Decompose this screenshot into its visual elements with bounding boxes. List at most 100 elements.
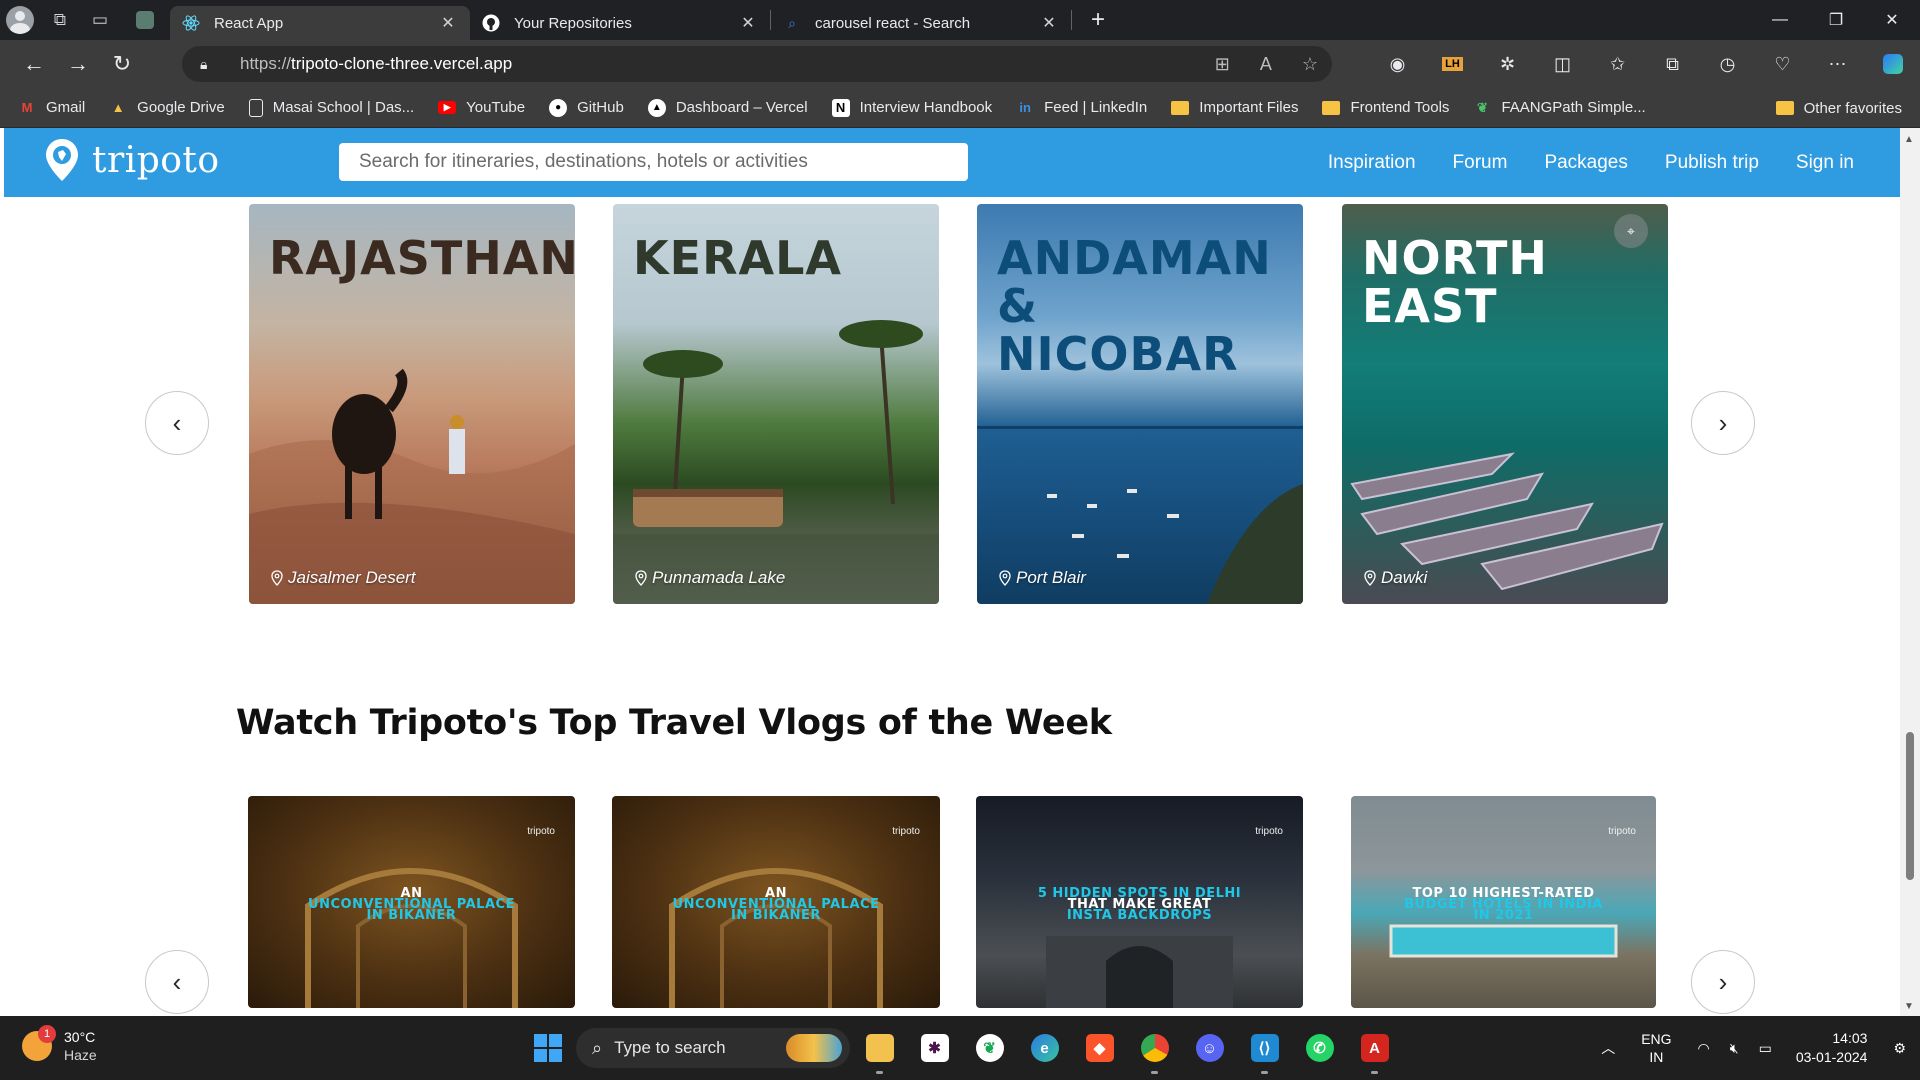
close-icon[interactable]: ✕	[1039, 13, 1059, 33]
scroll-down-icon[interactable]: ▼	[1904, 1001, 1914, 1012]
whatsapp-icon[interactable]: ✆	[1292, 1026, 1347, 1070]
bookmark-vercel[interactable]: ▲ Dashboard – Vercel	[647, 98, 808, 117]
weather-haze-icon: 1	[22, 1025, 56, 1061]
bookmark-masai[interactable]: Masai School | Das...	[248, 98, 414, 117]
vlog-card[interactable]: tripoto TOP 10 HIGHEST-RATED BUDGET HOTE…	[1351, 796, 1656, 1008]
map-pin-icon	[271, 570, 283, 586]
file-explorer-icon[interactable]	[852, 1026, 907, 1074]
bookmark-gmail[interactable]: M Gmail	[18, 99, 86, 117]
bookmark-linkedin[interactable]: in Feed | LinkedIn	[1016, 99, 1147, 117]
bookmark-faangpath[interactable]: ❦ FAANGPath Simple...	[1473, 99, 1646, 117]
notifications-icon[interactable]: ⚙	[1883, 1040, 1920, 1057]
read-aloud-icon[interactable]: A	[1260, 54, 1272, 75]
start-button[interactable]	[520, 1026, 575, 1070]
site-logo[interactable]: tripoto	[44, 137, 220, 183]
app-available-icon[interactable]: ⊞	[1215, 54, 1230, 75]
favorite-star-icon[interactable]: ☆	[1302, 54, 1318, 75]
tab-actions-icon[interactable]: ▭	[80, 0, 120, 40]
close-window-icon[interactable]: ✕	[1864, 0, 1920, 40]
brave-browser-icon[interactable]: ◆	[1072, 1026, 1127, 1070]
refresh-icon[interactable]: ↻	[100, 42, 144, 86]
history-icon[interactable]: ◷	[1700, 44, 1755, 84]
tab-react-app[interactable]: React App ✕	[170, 6, 470, 40]
favorites-icon[interactable]: ✩	[1590, 44, 1645, 84]
image-search-icon[interactable]: ⌖	[1614, 214, 1648, 248]
acrobat-icon[interactable]: A	[1347, 1026, 1402, 1074]
nav-publish-trip[interactable]: Publish trip	[1665, 152, 1759, 174]
bookmark-interview-handbook[interactable]: N Interview Handbook	[831, 98, 992, 117]
workspaces-icon[interactable]: ⧉	[40, 0, 80, 40]
destination-card-andaman[interactable]: ANDAMAN & NICOBAR Port Blair	[977, 204, 1303, 604]
vlog-title-line: IN BIKANER	[731, 908, 821, 923]
destination-card-north-east[interactable]: ⌖ NORTH EAST Dawki	[1342, 204, 1668, 604]
bookmark-youtube[interactable]: ▶ YouTube	[438, 99, 525, 116]
github-icon	[482, 14, 500, 32]
bookmark-frontend-tools[interactable]: Frontend Tools	[1322, 99, 1449, 116]
chatgpt-tab-icon[interactable]	[120, 0, 170, 40]
destination-card-rajasthan[interactable]: RAJASTHAN Jaisalmer Desert	[249, 204, 575, 604]
other-favorites-label: Other favorites	[1803, 99, 1902, 117]
discord-icon[interactable]: ☺	[1182, 1026, 1237, 1070]
clock[interactable]: 14:03 03-01-2024	[1782, 1029, 1884, 1067]
other-favorites[interactable]: Other favorites	[1775, 88, 1902, 128]
nav-inspiration[interactable]: Inspiration	[1328, 152, 1416, 174]
scrollbar-thumb[interactable]	[1906, 732, 1914, 880]
split-screen-icon[interactable]: ◫	[1535, 44, 1590, 84]
bookmark-google-drive[interactable]: ▲ Google Drive	[109, 99, 225, 117]
volume-muted-icon[interactable]: 🔇︎	[1720, 1040, 1749, 1057]
slack-icon[interactable]: ✱	[907, 1026, 962, 1070]
vlog-next-button[interactable]: ›	[1691, 950, 1755, 1014]
vlog-card[interactable]: tripoto AN UNCONVENTIONAL PALACE IN BIKA…	[248, 796, 575, 1008]
vlog-card[interactable]: tripoto 5 HIDDEN SPOTS IN DELHI THAT MAK…	[976, 796, 1303, 1008]
language-indicator[interactable]: ENG IN	[1625, 1030, 1687, 1066]
tab-carousel-search[interactable]: ⌕ carousel react - Search ✕	[771, 6, 1071, 40]
restore-icon[interactable]: ❐	[1808, 0, 1864, 40]
wifi-icon[interactable]: ◠	[1688, 1040, 1720, 1057]
minimize-icon[interactable]: —	[1752, 0, 1808, 40]
search-input[interactable]	[339, 143, 968, 181]
weather-widget[interactable]: 1 30°C Haze	[22, 1025, 97, 1064]
extension-icon[interactable]: ◉	[1370, 44, 1425, 84]
nav-packages[interactable]: Packages	[1544, 152, 1627, 174]
tab-your-repositories[interactable]: Your Repositories ✕	[470, 6, 770, 40]
nav-sign-in[interactable]: Sign in	[1796, 152, 1854, 174]
mongodb-compass-icon[interactable]: ❦	[962, 1026, 1017, 1070]
vscode-icon[interactable]: ⟨⟩	[1237, 1026, 1292, 1074]
lock-icon[interactable]: 🔒︎	[200, 56, 218, 73]
page-scrollbar[interactable]: ▲ ▼	[1900, 128, 1920, 1016]
vlog-prev-button[interactable]: ‹	[145, 950, 209, 1014]
taskbar-search[interactable]: ⌕ Type to search	[576, 1028, 850, 1068]
extension-icon[interactable]: LH	[1425, 44, 1480, 84]
performance-icon[interactable]: ♡	[1755, 44, 1810, 84]
battery-icon[interactable]: ▭	[1749, 1040, 1782, 1057]
edge-browser-icon[interactable]: e	[1017, 1026, 1072, 1070]
close-icon[interactable]: ✕	[438, 13, 458, 33]
vlog-card[interactable]: tripoto AN UNCONVENTIONAL PALACE IN BIKA…	[612, 796, 940, 1008]
carousel-next-button[interactable]: ›	[1691, 391, 1755, 455]
profile-icon[interactable]	[0, 0, 40, 40]
copilot-icon[interactable]	[1865, 44, 1920, 84]
main-nav: Inspiration Forum Packages Publish trip …	[1328, 128, 1854, 197]
vlog-title: AN UNCONVENTIONAL PALACE IN BIKANER	[248, 887, 575, 922]
extensions-puzzle-icon[interactable]: ✲	[1480, 44, 1535, 84]
collections-icon[interactable]: ⧉	[1645, 44, 1700, 84]
scroll-up-icon[interactable]: ▲	[1904, 134, 1914, 145]
notification-badge: 1	[38, 1025, 56, 1043]
more-menu-icon[interactable]: ⋯	[1810, 44, 1865, 84]
vlog-title: 5 HIDDEN SPOTS IN DELHI THAT MAKE GREAT …	[976, 887, 1303, 922]
gmail-icon: M	[21, 100, 33, 115]
forward-icon[interactable]: →	[56, 42, 100, 86]
new-tab-button[interactable]: +	[1080, 2, 1116, 38]
show-hidden-icons-icon[interactable]: ︿	[1591, 1038, 1625, 1058]
map-pin-icon	[635, 570, 647, 586]
destination-card-kerala[interactable]: KERALA Punnamada Lake	[613, 204, 939, 604]
address-bar[interactable]: 🔒︎ https://tripoto-clone-three.vercel.ap…	[182, 46, 1332, 82]
close-icon[interactable]: ✕	[738, 13, 758, 33]
bookmark-label: Google Drive	[137, 99, 225, 116]
nav-forum[interactable]: Forum	[1453, 152, 1508, 174]
bookmark-github[interactable]: ● GitHub	[549, 98, 624, 117]
back-icon[interactable]: ←	[12, 42, 56, 86]
chrome-icon[interactable]	[1127, 1026, 1182, 1074]
carousel-prev-button[interactable]: ‹	[145, 391, 209, 455]
bookmark-important-files[interactable]: Important Files	[1171, 99, 1298, 116]
